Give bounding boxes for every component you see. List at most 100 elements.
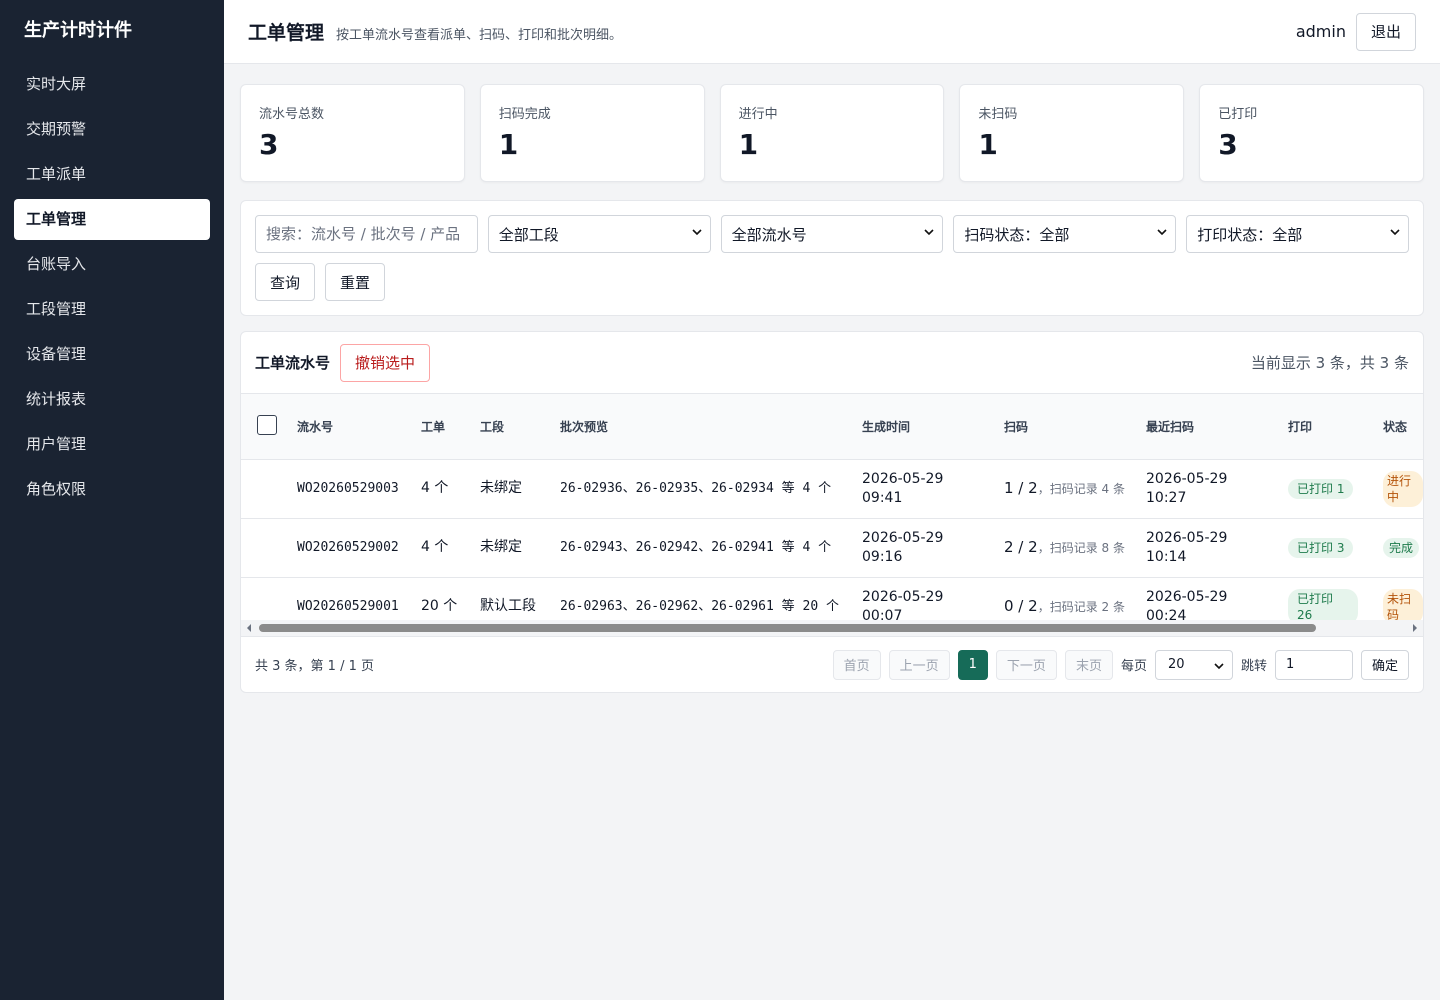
stat-card-not-scanned: 未扫码 1 xyxy=(959,84,1185,182)
row-select-cell xyxy=(241,518,289,578)
app-shell: 生产计时计件 实时大屏 交期预警 工单派单 工单管理 台账导入 工段管理 设备管… xyxy=(0,0,1440,1000)
sidebar-item-work-orders[interactable]: 工单管理 xyxy=(14,199,210,240)
col-scan[interactable]: 扫码 xyxy=(996,394,1138,460)
created-cell: 2026-05-29 09:41 xyxy=(854,459,996,519)
filter-row: 全部工段 全部流水号 扫码状态：全部 打印状态：全部 xyxy=(255,215,1409,253)
scan-records: ，扫码记录 2 条 xyxy=(1037,599,1125,614)
scan-cell: 1 / 2，扫码记录 4 条 xyxy=(996,459,1138,519)
serial-select[interactable]: 全部流水号 xyxy=(720,215,944,253)
col-status[interactable]: 状态 xyxy=(1375,394,1423,460)
pagination: 共 3 条，第 1 / 1 页 首页 上一页 1 下一页 末页 每页 20 跳转 xyxy=(241,636,1423,692)
stat-value: 1 xyxy=(978,128,998,161)
stat-value: 1 xyxy=(498,128,519,161)
batches-cell: 26-02943、26-02942、26-02941 等 4 个 xyxy=(552,518,854,578)
print-status-select[interactable]: 打印状态：全部 xyxy=(1186,215,1409,253)
orders-cell: 4 个 xyxy=(413,459,472,519)
status-cell: 完成 xyxy=(1375,518,1423,578)
scan-progress: 0 / 2 xyxy=(1004,596,1038,615)
col-serial[interactable]: 流水号 xyxy=(289,394,413,460)
sidebar-item-devices[interactable]: 设备管理 xyxy=(14,334,210,375)
stat-value: 3 xyxy=(1218,128,1238,161)
stage-cell: 未绑定 xyxy=(472,518,552,578)
col-print[interactable]: 打印 xyxy=(1280,394,1375,460)
stats-row: 流水号总数 3 扫码完成 1 进行中 1 未扫码 1 已打印 3 xyxy=(240,84,1424,182)
orders-cell: 4 个 xyxy=(413,518,472,578)
main-area: 工单管理 按工单流水号查看派单、扫码、打印和批次明细。 admin 退出 流水号… xyxy=(224,0,1440,1000)
col-batch-preview[interactable]: 批次预览 xyxy=(552,394,854,460)
serial-table-card: 工单流水号 撤销选中 当前显示 3 条，共 3 条 流水号 工单 工段 批次预览… xyxy=(240,331,1424,693)
status-cell: 进行中 xyxy=(1375,459,1423,519)
scroll-track[interactable] xyxy=(257,623,1407,633)
sidebar-item-stages[interactable]: 工段管理 xyxy=(14,289,210,330)
scan-status-select[interactable]: 扫码状态：全部 xyxy=(953,215,1177,253)
content: 流水号总数 3 扫码完成 1 进行中 1 未扫码 1 已打印 3 搜索：流水号 … xyxy=(224,64,1440,693)
revoke-selected-button[interactable]: 撤销选中 xyxy=(340,343,431,382)
select-all-cell xyxy=(241,394,289,460)
logout-button[interactable]: 退出 xyxy=(1355,12,1416,51)
sidebar-item-reports[interactable]: 统计报表 xyxy=(14,379,210,420)
last-page-button[interactable]: 末页 xyxy=(1064,649,1113,680)
stat-value: 1 xyxy=(738,128,759,161)
sidebar: 生产计时计件 实时大屏 交期预警 工单派单 工单管理 台账导入 工段管理 设备管… xyxy=(0,0,224,1000)
page-1-button[interactable]: 1 xyxy=(957,649,988,680)
prev-page-button[interactable]: 上一页 xyxy=(888,649,950,680)
current-user: admin xyxy=(1295,22,1346,41)
topbar: 工单管理 按工单流水号查看派单、扫码、打印和批次明细。 admin 退出 xyxy=(224,0,1440,64)
last-scan-cell: 2026-05-29 10:14 xyxy=(1138,518,1280,578)
col-created[interactable]: 生成时间 xyxy=(854,394,996,460)
stat-card-in-progress: 进行中 1 xyxy=(719,84,945,182)
col-last-scan[interactable]: 最近扫码 xyxy=(1138,394,1280,460)
print-cell: 已打印 1 xyxy=(1280,459,1375,519)
stage-select[interactable]: 全部工段 xyxy=(487,215,711,253)
page-subtitle: 按工单流水号查看派单、扫码、打印和批次明细。 xyxy=(336,28,623,43)
chevron-down-icon xyxy=(1214,662,1224,669)
jump-label: 跳转 xyxy=(1240,659,1267,674)
created-cell: 2026-05-29 09:16 xyxy=(854,518,996,578)
horizontal-scrollbar[interactable] xyxy=(241,620,1423,636)
sidebar-item-roles[interactable]: 角色权限 xyxy=(14,469,210,510)
serial-table: 流水号 工单 工段 批次预览 生成时间 扫码 最近扫码 打印 状态 WO2026… xyxy=(241,394,1423,636)
table-count: 当前显示 3 条，共 3 条 xyxy=(1250,354,1409,372)
sidebar-item-ledger-import[interactable]: 台账导入 xyxy=(14,244,210,285)
first-page-button[interactable]: 首页 xyxy=(832,649,881,680)
sidebar-nav: 实时大屏 交期预警 工单派单 工单管理 台账导入 工段管理 设备管理 统计报表 … xyxy=(14,64,210,510)
print-cell: 已打印 3 xyxy=(1280,518,1375,578)
query-button[interactable]: 查询 xyxy=(255,263,316,301)
search-input[interactable] xyxy=(266,225,467,243)
chevron-down-icon xyxy=(692,229,702,236)
pagination-info: 共 3 条，第 1 / 1 页 xyxy=(255,659,374,674)
col-orders[interactable]: 工单 xyxy=(413,394,472,460)
stat-card-scan-done: 扫码完成 1 xyxy=(479,84,705,182)
sidebar-item-users[interactable]: 用户管理 xyxy=(14,424,210,465)
sidebar-item-dashboard[interactable]: 实时大屏 xyxy=(14,64,210,105)
status-badge: 完成 xyxy=(1383,537,1420,558)
per-page-select[interactable]: 20 xyxy=(1154,649,1233,680)
scroll-left-icon[interactable] xyxy=(241,620,257,636)
table-row[interactable]: WO20260529003 4 个 未绑定 26-02936、26-02935、… xyxy=(241,459,1423,519)
col-stage[interactable]: 工段 xyxy=(472,394,552,460)
table-row[interactable]: WO20260529002 4 个 未绑定 26-02943、26-02942、… xyxy=(241,518,1423,578)
scan-cell: 2 / 2，扫码记录 8 条 xyxy=(996,518,1138,578)
stat-label: 流水号总数 xyxy=(259,107,325,122)
chevron-down-icon xyxy=(1390,229,1400,236)
jump-input[interactable]: 1 xyxy=(1274,649,1353,680)
scan-progress: 2 / 2 xyxy=(1004,537,1038,556)
stat-label: 进行中 xyxy=(738,107,778,122)
serial-select-value: 全部流水号 xyxy=(731,225,807,244)
scroll-right-icon[interactable] xyxy=(1407,620,1423,636)
sidebar-item-delivery-alert[interactable]: 交期预警 xyxy=(14,109,210,150)
jump-confirm-button[interactable]: 确定 xyxy=(1360,649,1409,680)
per-page-label: 每页 xyxy=(1120,659,1147,674)
next-page-button[interactable]: 下一页 xyxy=(995,649,1057,680)
filter-panel: 全部工段 全部流水号 扫码状态：全部 打印状态：全部 xyxy=(240,200,1424,316)
search-field xyxy=(255,215,478,253)
stat-value: 3 xyxy=(259,128,279,161)
scroll-thumb[interactable] xyxy=(259,624,1316,632)
scan-records: ，扫码记录 4 条 xyxy=(1037,481,1125,496)
table-header-row: 流水号 工单 工段 批次预览 生成时间 扫码 最近扫码 打印 状态 xyxy=(241,394,1423,460)
sidebar-item-dispatch[interactable]: 工单派单 xyxy=(14,154,210,195)
select-all-checkbox[interactable] xyxy=(257,414,277,435)
reset-button[interactable]: 重置 xyxy=(325,263,386,301)
table-title: 工单流水号 xyxy=(255,354,331,372)
scan-status-value: 扫码状态：全部 xyxy=(964,225,1070,244)
